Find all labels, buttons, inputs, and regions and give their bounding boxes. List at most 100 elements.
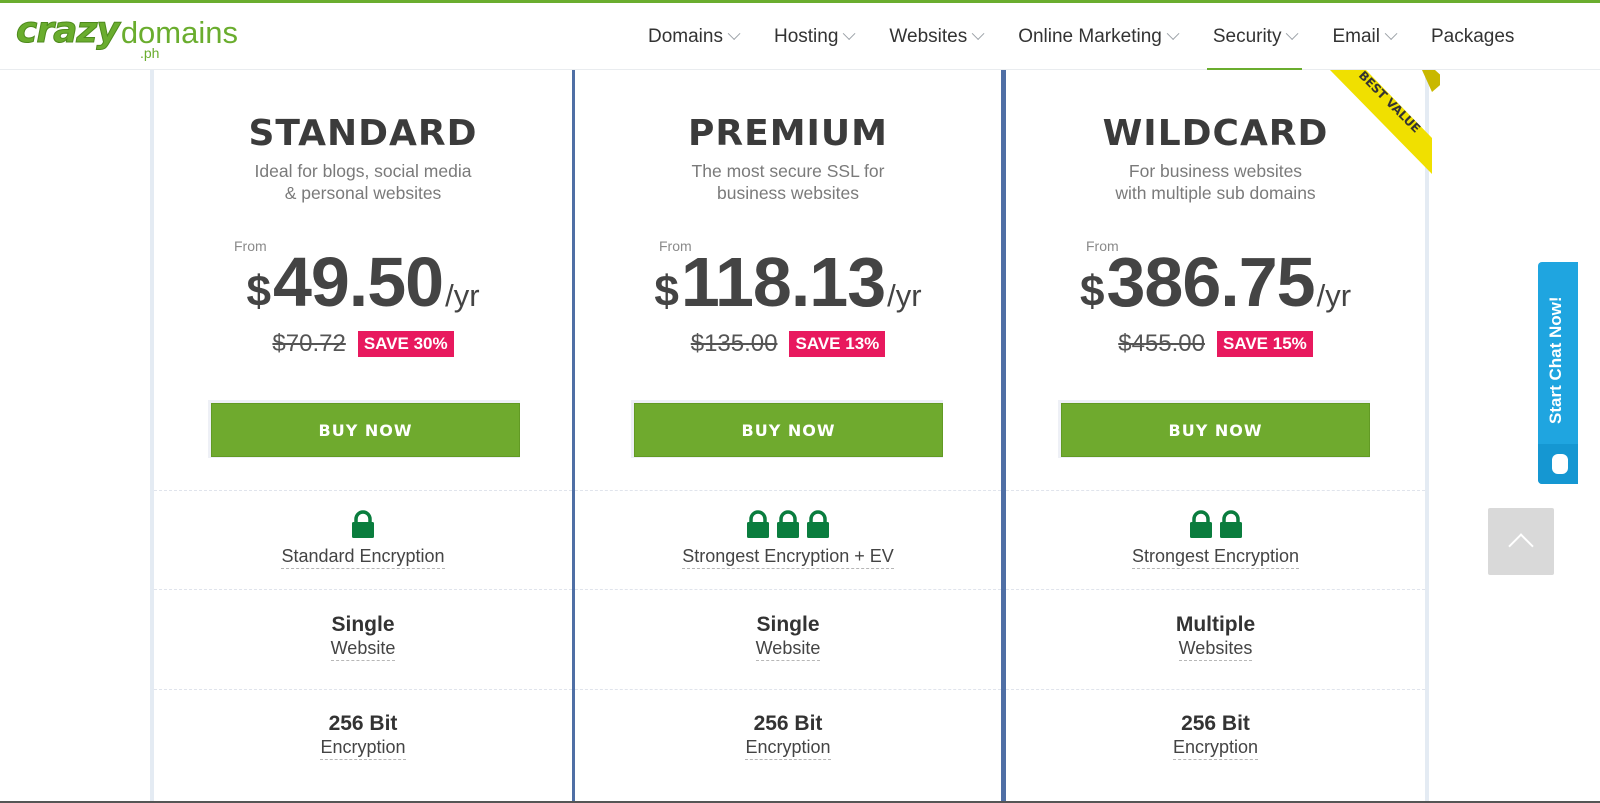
plan-card-wildcard: WILDCARD For business websites with mult…: [1003, 70, 1429, 803]
row-divider: [154, 589, 572, 590]
logo-crazy-text: crazy: [16, 10, 121, 51]
websites-count: Single: [331, 613, 395, 636]
discount-row: $455.00 SAVE 15%: [1006, 330, 1425, 358]
save-badge: SAVE 30%: [357, 331, 454, 357]
nav-item-domains[interactable]: Domains: [648, 3, 741, 70]
padlock-icon: [1219, 510, 1243, 538]
encryption-label[interactable]: Strongest Encryption: [1131, 546, 1300, 569]
encryption-feature: Strongest Encryption + EV: [575, 546, 1001, 569]
lock-icons: [1006, 510, 1425, 538]
encryption-label[interactable]: Strongest Encryption + EV: [682, 546, 894, 569]
lock-icons: [154, 510, 572, 538]
lock-icons: [575, 510, 1001, 538]
plan-description-line: Ideal for blogs, social media: [254, 161, 472, 181]
chat-label: Start Chat Now!: [1546, 296, 1565, 425]
nav-label: Websites: [889, 25, 968, 47]
chevron-down-icon: [727, 27, 741, 41]
chat-bubble-icon: [1552, 454, 1568, 474]
plan-name: STANDARD: [248, 113, 478, 154]
bits-label[interactable]: Encryption: [1172, 737, 1259, 760]
padlock-icon: [776, 510, 800, 538]
logo-domains-text: domains: [120, 15, 238, 50]
websites-label[interactable]: Website: [755, 638, 821, 661]
chevron-down-icon: [1286, 27, 1299, 41]
websites-feature: Single Website: [575, 612, 1001, 661]
save-badge: SAVE 13%: [789, 331, 886, 357]
old-price: $135.00: [690, 330, 778, 357]
websites-count: Single: [756, 613, 820, 636]
nav-item-email[interactable]: Email: [1332, 3, 1398, 70]
scroll-to-top-button[interactable]: [1488, 508, 1554, 575]
chevron-down-icon: [971, 27, 985, 41]
bits-value: 256 Bit: [1181, 712, 1250, 735]
bits-value: 256 Bit: [328, 712, 398, 735]
bits-feature: 256 Bit Encryption: [154, 711, 572, 760]
plan-description: The most secure SSL for business website…: [575, 160, 1001, 204]
websites-label[interactable]: Websites: [1178, 638, 1253, 661]
encryption-feature: Standard Encryption: [154, 546, 572, 569]
plan-name: PREMIUM: [688, 113, 888, 154]
discount-row: $135.00 SAVE 13%: [575, 330, 1001, 358]
buy-button-wrap: BUY NOW: [1058, 400, 1370, 458]
price-amount: 118.13: [680, 243, 886, 321]
price-period: /yr: [887, 278, 922, 313]
plan-card-premium: PREMIUM The most secure SSL for business…: [572, 70, 1004, 803]
start-chat-tab[interactable]: Start Chat Now!: [1538, 262, 1578, 484]
nav-label: Email: [1332, 25, 1380, 47]
nav-label: Security: [1212, 25, 1282, 47]
buy-now-button[interactable]: BUY NOW: [211, 403, 520, 457]
nav-item-packages[interactable]: Packages: [1431, 3, 1514, 70]
buy-now-button[interactable]: BUY NOW: [1061, 403, 1370, 457]
nav-label: Hosting: [773, 25, 839, 47]
row-divider: [1006, 689, 1425, 690]
chevron-down-icon: [1384, 27, 1398, 41]
nav-item-hosting[interactable]: Hosting: [773, 3, 856, 70]
websites-feature: Single Website: [154, 612, 572, 661]
row-divider: [575, 490, 1001, 491]
bits-feature: 256 Bit Encryption: [1006, 711, 1425, 760]
old-price: $455.00: [1118, 330, 1205, 357]
plan-description-line: The most secure SSL for: [691, 161, 885, 181]
websites-label[interactable]: Website: [330, 638, 396, 661]
bits-label[interactable]: Encryption: [320, 737, 406, 760]
padlock-icon: [746, 510, 770, 538]
crazy-domains-logo[interactable]: crazy domains .ph: [16, 10, 238, 63]
row-divider: [575, 689, 1001, 690]
price: $ 118.13 /yr: [575, 242, 1001, 322]
nav-label: Online Marketing: [1018, 25, 1162, 47]
bits-label[interactable]: Encryption: [745, 737, 831, 760]
encryption-label[interactable]: Standard Encryption: [281, 546, 445, 569]
padlock-icon: [351, 510, 375, 538]
row-divider: [154, 490, 572, 491]
row-divider: [1006, 490, 1425, 491]
plan-description-line: business websites: [716, 183, 860, 203]
nav-item-websites[interactable]: Websites: [889, 3, 985, 70]
logo-tld-text: .ph: [140, 45, 160, 61]
plan-description-line: with multiple sub domains: [1115, 183, 1316, 203]
buy-button-wrap: BUY NOW: [631, 400, 943, 458]
plan-card-standard: STANDARD Ideal for blogs, social media &…: [150, 70, 574, 803]
price-currency: $: [1079, 267, 1105, 316]
row-divider: [575, 589, 1001, 590]
padlock-icon: [806, 510, 830, 538]
price-period: /yr: [1316, 278, 1352, 313]
buy-button-wrap: BUY NOW: [208, 400, 520, 458]
price-currency: $: [246, 267, 271, 316]
ribbon-shape: BEST VALUE: [1330, 70, 1440, 174]
main-nav: Domains Hosting Websites Online Marketin…: [648, 3, 1514, 70]
nav-item-security[interactable]: Security: [1206, 3, 1303, 70]
old-price: $70.72: [272, 330, 346, 357]
nav-item-online-marketing[interactable]: Online Marketing: [1018, 3, 1180, 70]
price-amount: 386.75: [1106, 243, 1315, 321]
bits-value: 256 Bit: [753, 712, 823, 735]
websites-feature: Multiple Websites: [1006, 612, 1425, 661]
nav-label: Packages: [1430, 25, 1515, 47]
plan-description: Ideal for blogs, social media & personal…: [154, 160, 572, 204]
chevron-up-icon: [1508, 533, 1534, 559]
padlock-icon: [1189, 510, 1213, 538]
discount-row: $70.72 SAVE 30%: [154, 330, 572, 358]
site-header: crazy domains .ph Domains Hosting Websit…: [0, 3, 1600, 70]
row-divider: [154, 689, 572, 690]
buy-now-button[interactable]: BUY NOW: [634, 403, 943, 457]
bits-feature: 256 Bit Encryption: [575, 711, 1001, 760]
